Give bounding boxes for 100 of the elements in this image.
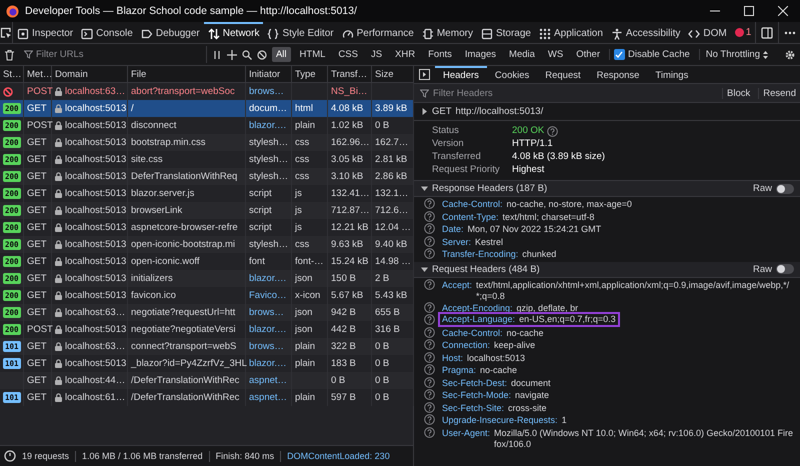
plus-icon[interactable] [226,50,237,60]
header-value: no-cache, no-store, max-age=0 [506,199,632,210]
type-filter-button[interactable]: HTML [296,47,330,62]
table-cell: 442 B [331,324,356,335]
expand-triangle-icon[interactable] [421,266,428,272]
initiator-link[interactable]: aspnet… [249,392,288,403]
expand-triangle-icon[interactable] [421,108,428,115]
column-header[interactable]: File [128,66,246,83]
column-header[interactable]: Transf… [328,66,372,83]
raw-toggle[interactable] [776,184,794,194]
type-filter-button[interactable]: Other [572,47,604,62]
raw-toggle[interactable] [776,264,794,274]
devtools-tab[interactable]: Performance [338,22,418,43]
request-row[interactable]: GET localhost:44… /DeferTranslationWithRec aspnet… 0 B 0 B [0,372,413,389]
header-value: no-cache [506,328,544,338]
filter-urls-field[interactable]: Filter URLs [20,46,207,63]
table-cell: / [131,103,134,114]
devtools-tab[interactable]: Console [77,22,137,43]
table-cell: negotiate?requestUrl=htt [131,307,236,318]
table-cell: 132.1… [375,188,408,199]
element-picker-icon[interactable] [0,26,12,38]
initiator-link[interactable]: blazor.… [249,273,286,284]
initiator-link[interactable]: blazor.… [249,120,286,131]
devtools-tab[interactable]: Style Editor [263,22,338,43]
table-cell: connect?transport=webS [131,341,236,352]
trash-icon[interactable] [4,48,15,60]
table-cell: stylesh… [249,171,288,182]
devtools-tab[interactable]: DOM [684,22,731,43]
header-action-button[interactable]: Block [722,88,754,98]
pause-icon[interactable] [212,50,222,60]
table-cell: stylesh… [249,239,288,250]
table-cell: GET [27,154,47,165]
filter-icon [420,88,429,98]
table-cell: 9.63 kB [331,239,364,250]
devtools-tab[interactable]: Storage [476,22,535,43]
filter-urls-input[interactable]: Filter URLs [36,49,202,60]
details-tab[interactable]: Request [537,66,589,83]
section-title[interactable]: Request Headers (484 B) [432,264,540,274]
type-filter-button[interactable]: Media [505,47,539,62]
table-cell: GET [27,188,47,199]
type-filter-button[interactable]: CSS [334,47,362,62]
settings-icon[interactable] [784,48,796,60]
table-cell: css [295,137,310,148]
lock-icon [55,104,62,113]
devtools-tab[interactable]: Accessibility [606,22,684,43]
initiator-link[interactable]: brows… [249,341,284,352]
type-filter-button[interactable]: JS [366,47,386,62]
expand-triangle-icon[interactable] [421,185,428,192]
header-action-button[interactable]: Resend [758,88,800,98]
column-header[interactable]: Met… [24,66,52,83]
search-icon[interactable] [242,50,252,60]
disable-cache-checkbox[interactable]: Disable Cache [608,49,694,60]
devtools-tab[interactable]: Memory [418,22,477,43]
column-header[interactable]: Size [372,66,414,83]
type-filter-button[interactable]: Fonts [424,47,456,62]
window-title: Developer Tools — Blazor School code sample — http://localhost:5013/ [25,5,358,17]
initiator-link[interactable]: Favico… [249,290,286,301]
table-cell: localhost:63… [65,86,126,97]
filter-headers-input[interactable]: Filter Headers [433,88,718,98]
initiator-link[interactable]: brows… [249,86,284,97]
sidebar-toggle-icon[interactable] [419,69,430,80]
table-cell: js [295,222,302,233]
initiator-link[interactable]: brows… [249,307,284,318]
table-cell: 2.86 kB [375,171,408,182]
table-cell: localhost:5013 [65,171,126,182]
table-cell: GET [27,256,47,267]
header-name: Host: [442,352,464,364]
error-count[interactable]: 1 [730,22,756,43]
dock-icon[interactable] [761,26,774,38]
table-cell: browserLink [131,205,182,216]
column-header[interactable]: Initiator [246,66,292,83]
header-value: Mon, 07 Nov 2022 15:24:21 GMT [468,224,602,235]
table-cell: 597 B [331,392,356,403]
table-cell: bootstrap.min.css [131,137,206,148]
devtools-tab[interactable]: Application [535,22,607,43]
header-value: en-US,en;q=0.7,fr;q=0.3 [519,314,616,325]
details-tab[interactable]: Timings [647,66,696,83]
type-filter-button[interactable]: XHR [391,47,420,62]
devtools-tab[interactable]: Debugger [136,22,204,43]
column-header[interactable]: Type [292,66,328,83]
details-tab[interactable]: Response [588,66,648,83]
initiator-link[interactable]: blazor.… [249,358,286,369]
block-icon[interactable] [256,50,267,60]
throttling-dropdown[interactable]: No Throttling [698,49,774,60]
table-cell: _blazor?id=Py4ZzrfVz_3HL [131,358,247,369]
type-filter-button[interactable]: All [272,47,291,62]
header-name: Sec-Fetch-Dest: [442,378,508,388]
type-filter-button[interactable]: WS [544,47,568,62]
performance-icon[interactable] [4,450,16,462]
section-title[interactable]: Response Headers (187 B) [432,183,548,194]
devtools-tab[interactable]: Inspector [13,22,78,43]
initiator-link[interactable]: blazor.… [249,324,286,335]
column-header[interactable]: St… [0,66,24,83]
table-cell: DeferTranslationWithReq [131,171,238,182]
table-cell: localhost:5013 [65,137,126,148]
table-cell: x-icon [295,290,320,301]
initiator-link[interactable]: aspnet… [249,375,288,386]
details-tab[interactable]: Cookies [486,66,538,83]
column-header[interactable]: Domain [52,66,128,83]
type-filter-button[interactable]: Images [460,47,500,62]
